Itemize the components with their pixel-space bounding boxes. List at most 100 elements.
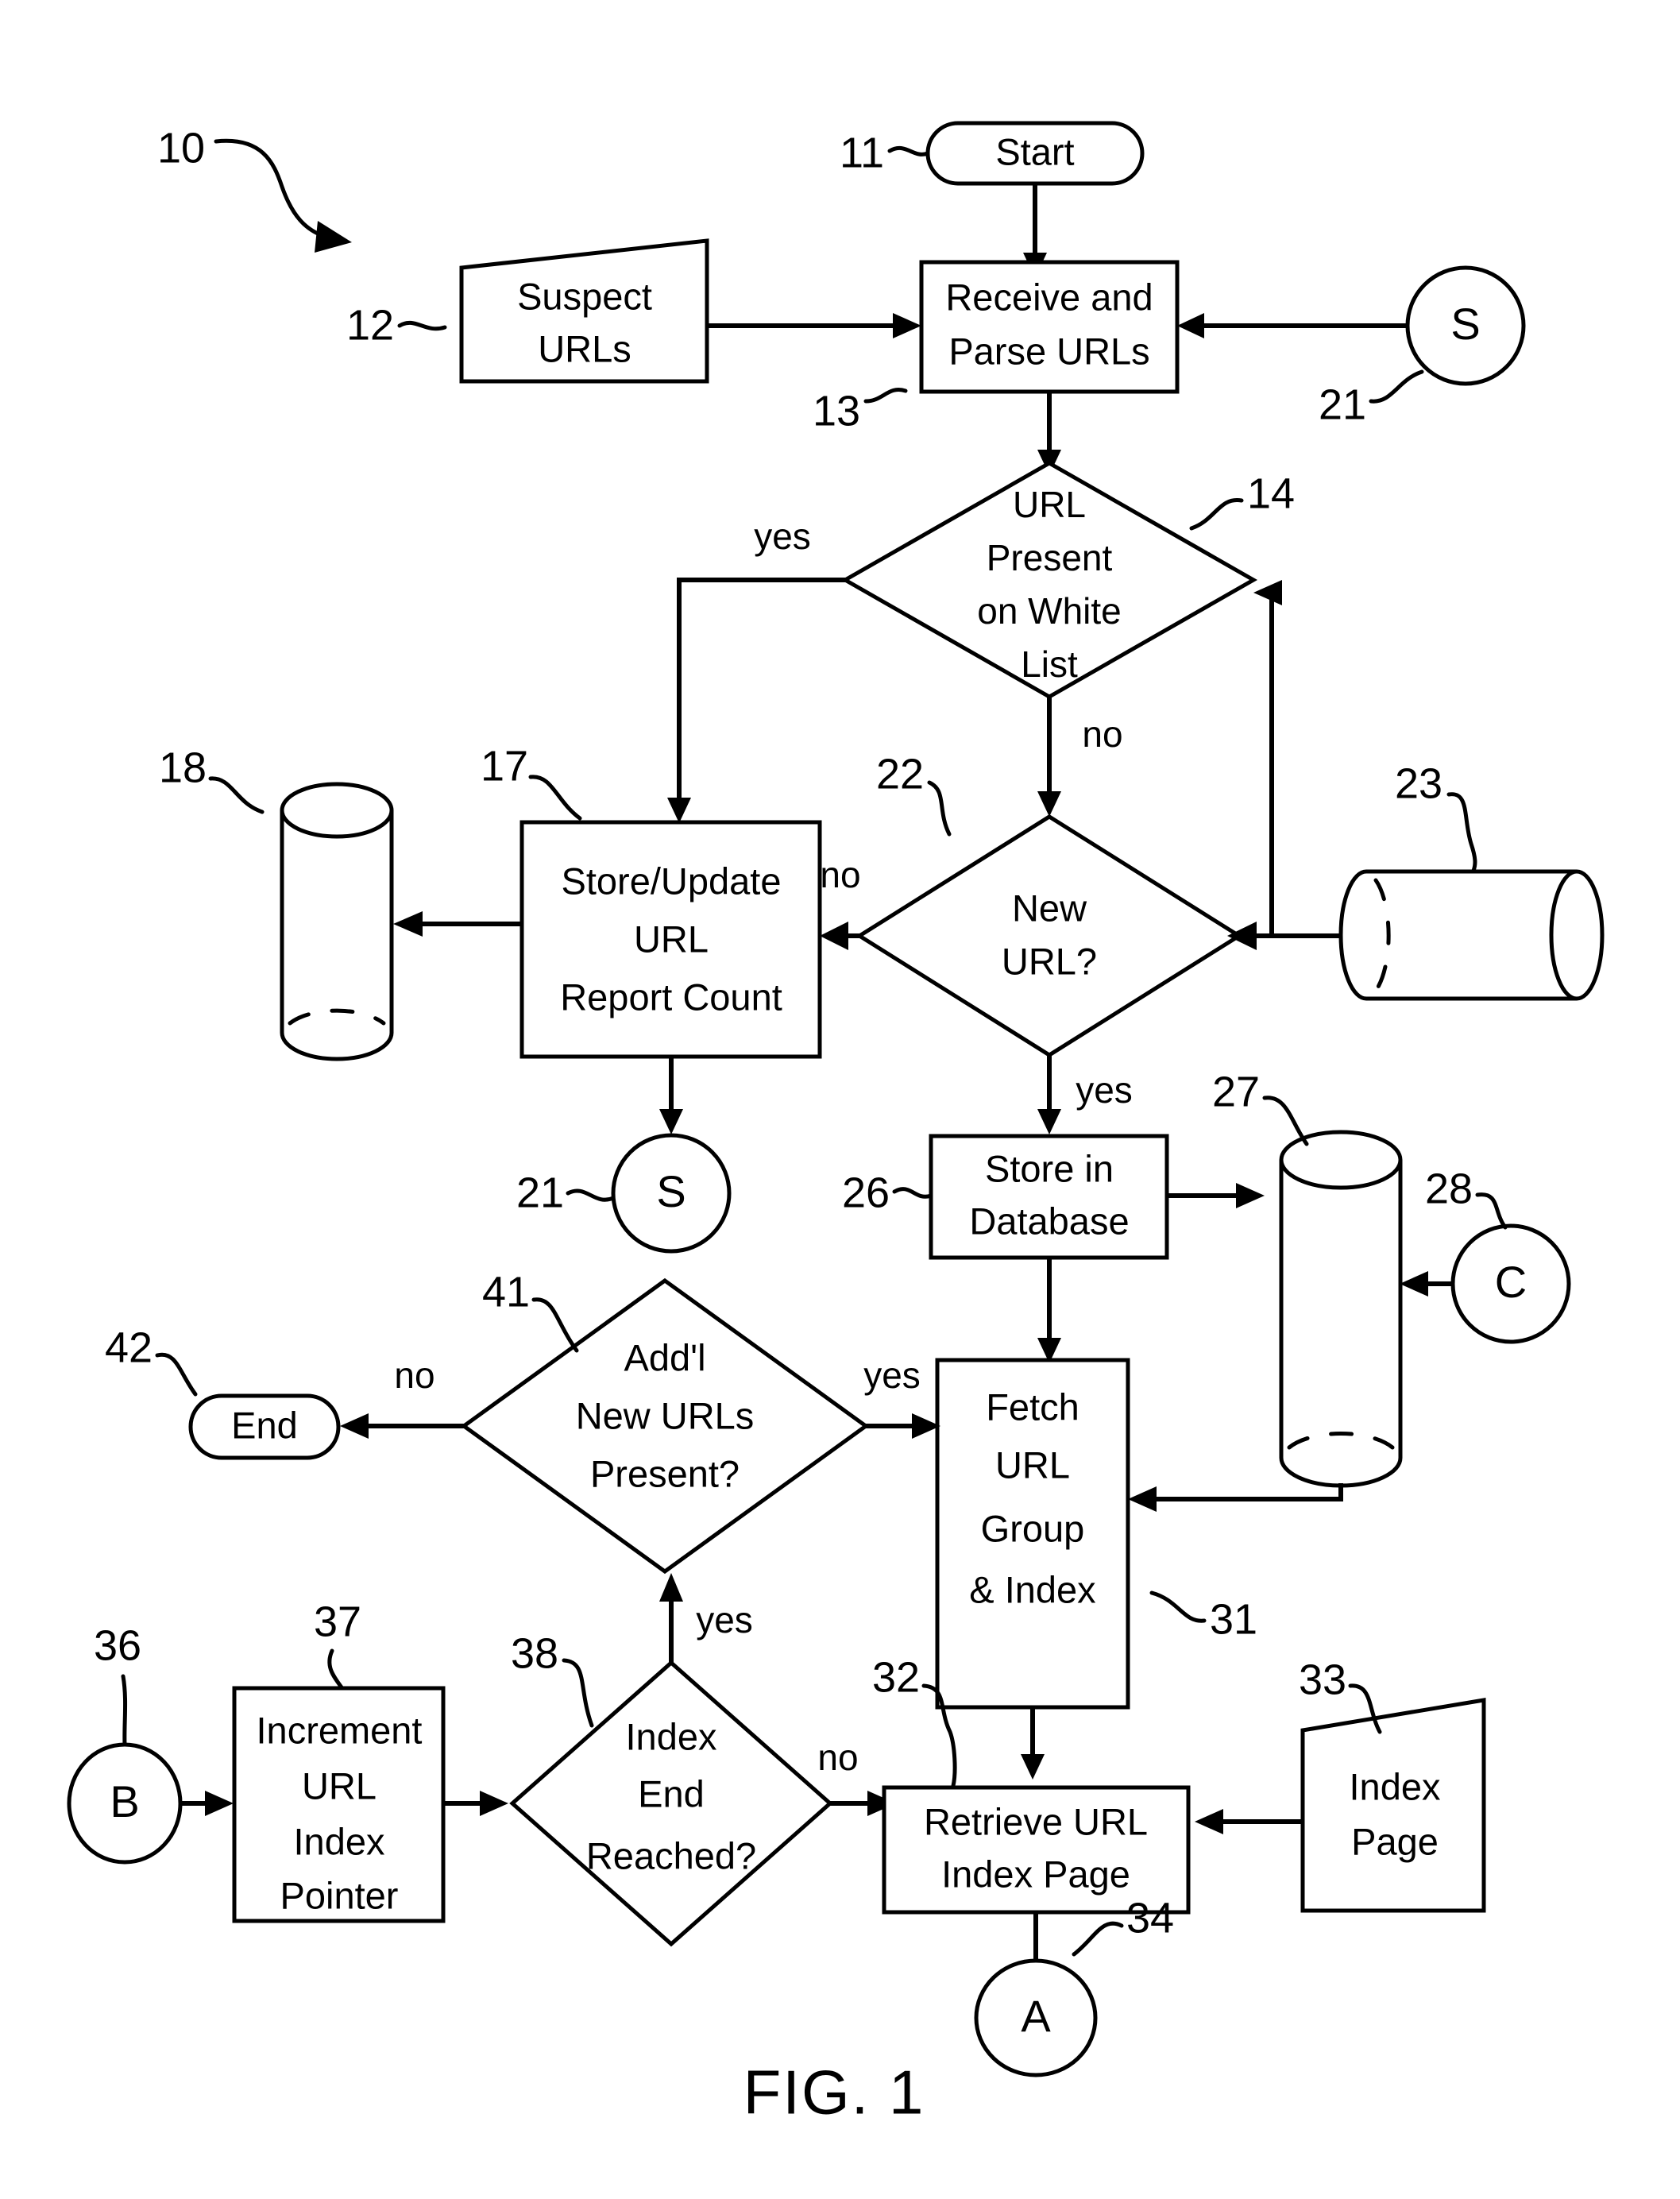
edge-arrowhead <box>1195 1809 1223 1834</box>
edge-indexend-yes: yes <box>659 1573 753 1663</box>
node-index-page[interactable]: Index Page <box>1300 1698 1486 1913</box>
edge-arrowhead <box>1021 1754 1045 1780</box>
ref-label-21-left: 21 <box>516 1169 564 1216</box>
edge-line <box>1153 1483 1343 1501</box>
ref-leader-17 <box>528 775 582 821</box>
ref-leader-31 <box>1149 1590 1207 1623</box>
fetch-label-line1: Fetch <box>986 1385 1079 1428</box>
node-store-update-report-count[interactable]: Store/Update URL Report Count <box>519 820 822 1059</box>
edge-label-newurl-no: no <box>820 854 860 895</box>
ref-leader-38 <box>562 1658 594 1728</box>
ref-label-41: 41 <box>482 1268 530 1316</box>
node-end[interactable]: End <box>188 1393 341 1460</box>
edge-arrowhead <box>205 1791 234 1816</box>
ref-11: 11 <box>840 129 930 176</box>
connector-s-left[interactable]: S <box>611 1133 732 1254</box>
connector-c[interactable]: C <box>1450 1223 1571 1344</box>
ref-label-14: 14 <box>1247 470 1295 517</box>
ref-18: 18 <box>159 744 265 814</box>
edge-storeupdate-to-s-left <box>659 1057 683 1134</box>
fetch-label-line3: Group <box>981 1507 1085 1549</box>
node-db-known-urls[interactable] <box>1338 869 1605 1001</box>
ref-36: 36 <box>94 1621 141 1747</box>
node-db-crawl-queue[interactable] <box>1279 1130 1403 1488</box>
edge-arrowhead <box>820 922 848 950</box>
white-list-label-line4: List <box>1021 643 1078 685</box>
store-database-label-line1: Store in <box>985 1147 1114 1189</box>
ref-leader-14 <box>1189 498 1244 531</box>
edge-arrowhead <box>659 1109 683 1134</box>
connector-a[interactable]: A <box>974 1958 1098 2077</box>
db27-bottom-arc <box>1279 1455 1403 1488</box>
store-update-label-line3: Report Count <box>560 976 782 1018</box>
edge-storedb-to-fetch <box>1037 1258 1061 1363</box>
edge-db23-to-newurl <box>1227 922 1342 950</box>
ref-arrowhead-10 <box>315 221 352 253</box>
receive-parse-label-line2: Parse URLs <box>948 330 1149 372</box>
addl-label-line3: Present? <box>590 1452 740 1494</box>
edge-s-right-to-receive <box>1177 313 1408 338</box>
ref-leader-37 <box>327 1648 344 1690</box>
edge-label-whitelist-yes: yes <box>754 516 811 557</box>
edge-fetch-to-retrieve <box>1021 1707 1045 1780</box>
connector-s-right[interactable]: S <box>1405 265 1526 386</box>
db18-bottom-hidden <box>288 1008 386 1026</box>
fetch-label-line2: URL <box>995 1443 1070 1486</box>
figure-caption: FIG. 1 <box>743 2058 925 2128</box>
connector-a-label: A <box>1021 1991 1051 2041</box>
node-suspect-urls[interactable]: Suspect URLs <box>459 238 709 384</box>
addl-label-line2: New URLs <box>576 1394 755 1436</box>
index-page-label-line2: Page <box>1351 1820 1439 1862</box>
edge-addl-no: no <box>340 1355 464 1439</box>
connector-s-left-label: S <box>656 1166 686 1216</box>
ref-27: 27 <box>1212 1068 1309 1146</box>
suspect-urls-label-line2: URLs <box>538 327 631 369</box>
ref-leader-28 <box>1475 1192 1508 1230</box>
ref-22: 22 <box>876 750 952 837</box>
edge-arrowhead <box>1227 922 1257 950</box>
db27-bottom-hidden <box>1287 1431 1395 1450</box>
node-addl-new-urls-decision[interactable]: Add'l New URLs Present? <box>460 1277 870 1575</box>
ref-label-28: 28 <box>1425 1165 1473 1212</box>
edge-label-addl-yes: yes <box>863 1355 921 1396</box>
edge-line <box>1269 589 1280 936</box>
patent-figure-page: 10 Start 11 Suspect URLs 12 Receive and … <box>0 0 1680 2199</box>
db18-top-ellipse <box>280 782 394 839</box>
node-index-end-decision[interactable]: Index End Reached? <box>509 1660 833 1947</box>
ref-leader-21-left <box>566 1188 616 1202</box>
edge-suspect-to-receive <box>707 313 921 338</box>
node-increment-url-index-pointer[interactable]: Increment URL Index Pointer <box>232 1686 446 1923</box>
ref-leader-18 <box>208 776 265 814</box>
ref-label-18: 18 <box>159 744 207 791</box>
index-end-label-line2: End <box>638 1772 705 1814</box>
node-db-report-count[interactable] <box>280 782 394 1061</box>
ref-leader-34 <box>1072 1921 1124 1957</box>
end-label: End <box>231 1404 298 1446</box>
node-fetch-url-group[interactable]: Fetch URL Group & Index <box>935 1358 1130 1710</box>
ref-37: 37 <box>314 1598 361 1690</box>
node-store-in-database[interactable]: Store in Database <box>929 1134 1169 1260</box>
ref-label-22: 22 <box>876 750 924 798</box>
node-new-url-decision[interactable]: New URL? <box>855 814 1243 1057</box>
edge-increment-to-indexend <box>443 1791 508 1816</box>
node-white-list-decision[interactable]: URL Present on White List <box>840 461 1258 699</box>
receive-parse-label-line1: Receive and <box>945 276 1153 318</box>
ref-26: 26 <box>842 1169 933 1216</box>
node-receive-parse-urls[interactable]: Receive and Parse URLs <box>919 260 1180 394</box>
flowchart-figure: 10 Start 11 Suspect URLs 12 Receive and … <box>67 121 1605 2128</box>
edge-arrowhead <box>1037 1109 1061 1134</box>
ref-28: 28 <box>1425 1165 1508 1230</box>
ref-leader-13 <box>863 388 908 404</box>
increment-label-line4: Pointer <box>280 1874 399 1916</box>
white-list-label-line2: Present <box>987 537 1113 578</box>
edge-line <box>677 578 845 801</box>
ref-label-27: 27 <box>1212 1068 1260 1115</box>
ref-leader-41 <box>531 1297 579 1353</box>
db18-bottom-arc <box>280 1030 394 1061</box>
edge-label-addl-no: no <box>394 1355 434 1396</box>
edge-label-indexend-no: no <box>817 1737 858 1778</box>
connector-b[interactable]: B <box>67 1742 183 1865</box>
node-start[interactable]: Start <box>925 121 1145 186</box>
new-url-label-line1: New <box>1012 887 1087 929</box>
new-url-shape <box>855 814 1243 1057</box>
